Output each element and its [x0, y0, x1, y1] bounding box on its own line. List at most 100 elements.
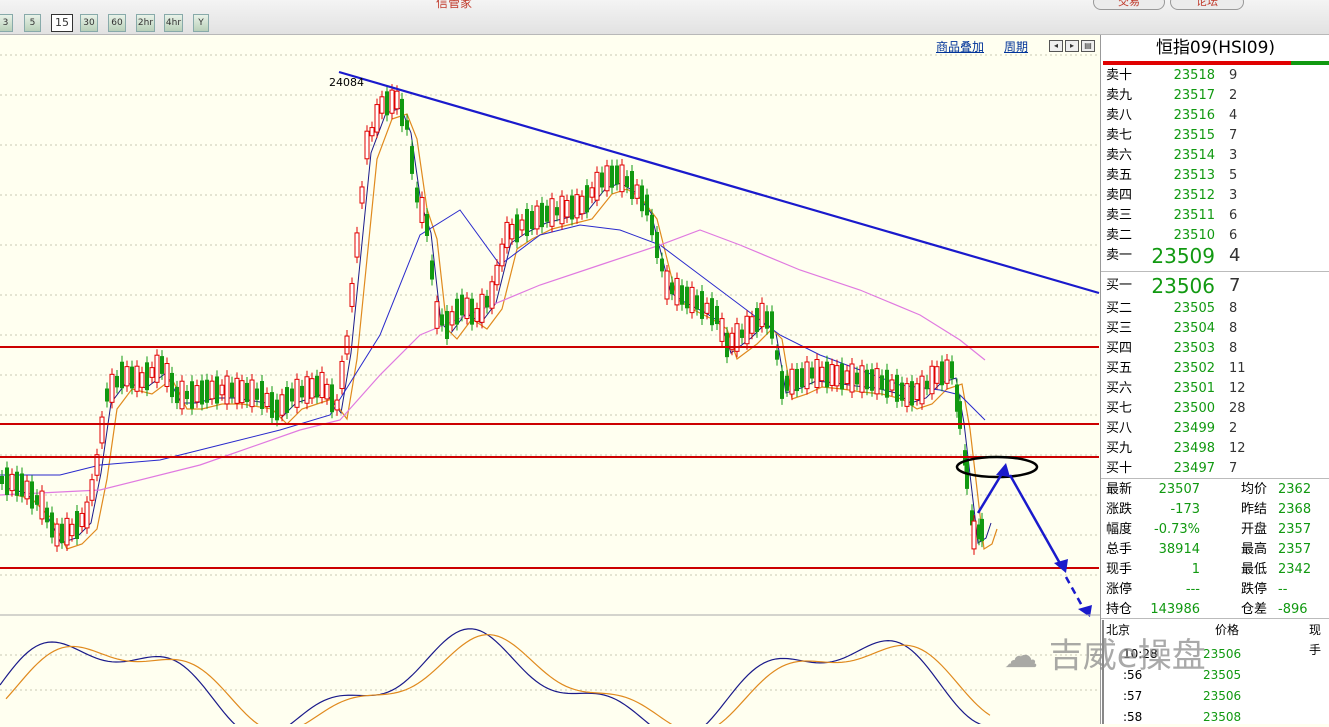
candle-body [660, 258, 664, 272]
ask-row[interactable]: 卖八 23516 4 [1101, 106, 1329, 126]
candle-body [844, 370, 850, 385]
bid-volume: 2 [1229, 421, 1238, 436]
candle-body [819, 366, 825, 382]
ask-label: 卖六 [1106, 148, 1133, 163]
period-2hr-button[interactable]: 2hr [136, 14, 155, 32]
candlesticks [0, 84, 984, 555]
candle-body [785, 375, 789, 391]
candle-body [619, 164, 625, 193]
ask-row[interactable]: 卖五 23513 5 [1101, 166, 1329, 186]
title-color-bar [1103, 61, 1329, 65]
candle-body [904, 383, 910, 407]
wechat-icon: ☁ [1004, 636, 1038, 676]
watermark: ☁ 吉威e操盘 [1004, 628, 1206, 677]
ticks-header-price: 价格 [1215, 623, 1240, 637]
stat-label-2: 昨结 [1241, 502, 1268, 517]
period-30-button[interactable]: 30 [80, 14, 98, 32]
candle-body [695, 295, 699, 310]
stat-label-2: 跌停 [1241, 582, 1268, 597]
ask-row[interactable]: 卖六 23514 3 [1101, 146, 1329, 166]
bid-price: 23502 [1173, 361, 1215, 376]
ask-price: 23517 [1173, 88, 1215, 103]
candle-body [54, 523, 60, 547]
candle-body [509, 223, 515, 240]
bid-row[interactable]: 买八 23499 2 [1101, 419, 1329, 439]
candle-body [145, 362, 149, 391]
bid-row[interactable]: 买六 23501 12 [1101, 379, 1329, 399]
candle-body [324, 383, 330, 400]
candle-body [134, 365, 140, 392]
candle-body [309, 378, 315, 399]
tick-time: :58 [1123, 710, 1143, 724]
candle-body [645, 194, 649, 216]
candle-body [344, 335, 350, 355]
candle-body [264, 392, 270, 408]
bid-row[interactable]: 买一 23506 7 [1101, 276, 1329, 297]
shift-right-icon[interactable]: ▸ [1065, 40, 1079, 52]
candle-body [604, 165, 610, 192]
period-60-button[interactable]: 60 [108, 14, 126, 32]
ask-row[interactable]: 卖三 23511 6 [1101, 206, 1329, 226]
stat-row: 最新 23507 均价 2362 [1101, 480, 1329, 500]
candle-body [164, 363, 170, 387]
ask-label: 卖三 [1106, 208, 1133, 223]
candle-body [434, 301, 440, 329]
ask-row[interactable]: 卖四 23512 3 [1101, 186, 1329, 206]
bid-row[interactable]: 买四 23503 8 [1101, 339, 1329, 359]
cycle-link[interactable]: 周期 [1004, 38, 1028, 55]
candle-body [804, 361, 810, 390]
candle-body [770, 311, 774, 339]
period-4hr-button[interactable]: 4hr [164, 14, 183, 32]
bid-row[interactable]: 买五 23502 11 [1101, 359, 1329, 379]
panel-toggle-icon[interactable]: ▤ [1081, 40, 1095, 52]
ask-price: 23518 [1173, 68, 1215, 83]
ask-price: 23514 [1173, 148, 1215, 163]
period-15-button[interactable]: 15 [51, 14, 73, 32]
ask-price: 23516 [1173, 108, 1215, 123]
candle-body [759, 302, 765, 328]
candle-body [334, 399, 340, 411]
candle-body [980, 518, 984, 542]
trade-button[interactable]: 交易 [1093, 0, 1165, 10]
bid-row[interactable]: 买二 23505 8 [1101, 299, 1329, 319]
bid-row[interactable]: 买九 23498 12 [1101, 439, 1329, 459]
overlay-link[interactable]: 商品叠加 [936, 38, 984, 55]
ask-row[interactable]: 卖九 23517 2 [1101, 86, 1329, 106]
bid-row[interactable]: 买七 23500 28 [1101, 399, 1329, 419]
candle-body [170, 372, 174, 398]
osc-d-line [5, 634, 991, 724]
bid-row[interactable]: 买三 23504 8 [1101, 319, 1329, 339]
candle-body [319, 371, 325, 399]
candle-body [925, 380, 929, 390]
candle-body [185, 390, 189, 400]
candle-body [910, 381, 914, 406]
ask-row[interactable]: 卖二 23510 6 [1101, 226, 1329, 246]
candle-body [39, 490, 45, 520]
kline-chart[interactable]: 24084 商品叠加 周期 ◂ ▸ ▤ [0, 35, 1100, 724]
forum-button[interactable]: 论坛 [1170, 0, 1244, 10]
period-5-button[interactable]: 5 [24, 14, 41, 32]
candle-body [725, 332, 729, 358]
candle-body [559, 195, 565, 225]
candle-body [255, 388, 259, 400]
candle-body [829, 364, 835, 386]
shift-left-icon[interactable]: ◂ [1049, 40, 1063, 52]
period-3-button[interactable]: 3 [0, 14, 13, 32]
bid-row[interactable]: 买十 23497 7 [1101, 459, 1329, 479]
candle-body [394, 90, 400, 110]
watermark-text: 吉威e操盘 [1048, 636, 1206, 676]
candle-body [79, 512, 85, 528]
candle-body [504, 221, 510, 249]
forecast-arrow-down [1008, 474, 1064, 568]
ask-row[interactable]: 卖一 23509 4 [1101, 246, 1329, 267]
candle-body [364, 130, 370, 160]
ask-row[interactable]: 卖十 23518 9 [1101, 66, 1329, 86]
candle-body [445, 311, 449, 339]
candle-body [680, 285, 684, 305]
bid-price: 23505 [1173, 301, 1215, 316]
ask-row[interactable]: 卖七 23515 7 [1101, 126, 1329, 146]
candle-body [464, 297, 470, 320]
candle-body [600, 172, 604, 188]
period-y-button[interactable]: Y [193, 14, 209, 32]
bid-label: 买五 [1106, 361, 1133, 376]
